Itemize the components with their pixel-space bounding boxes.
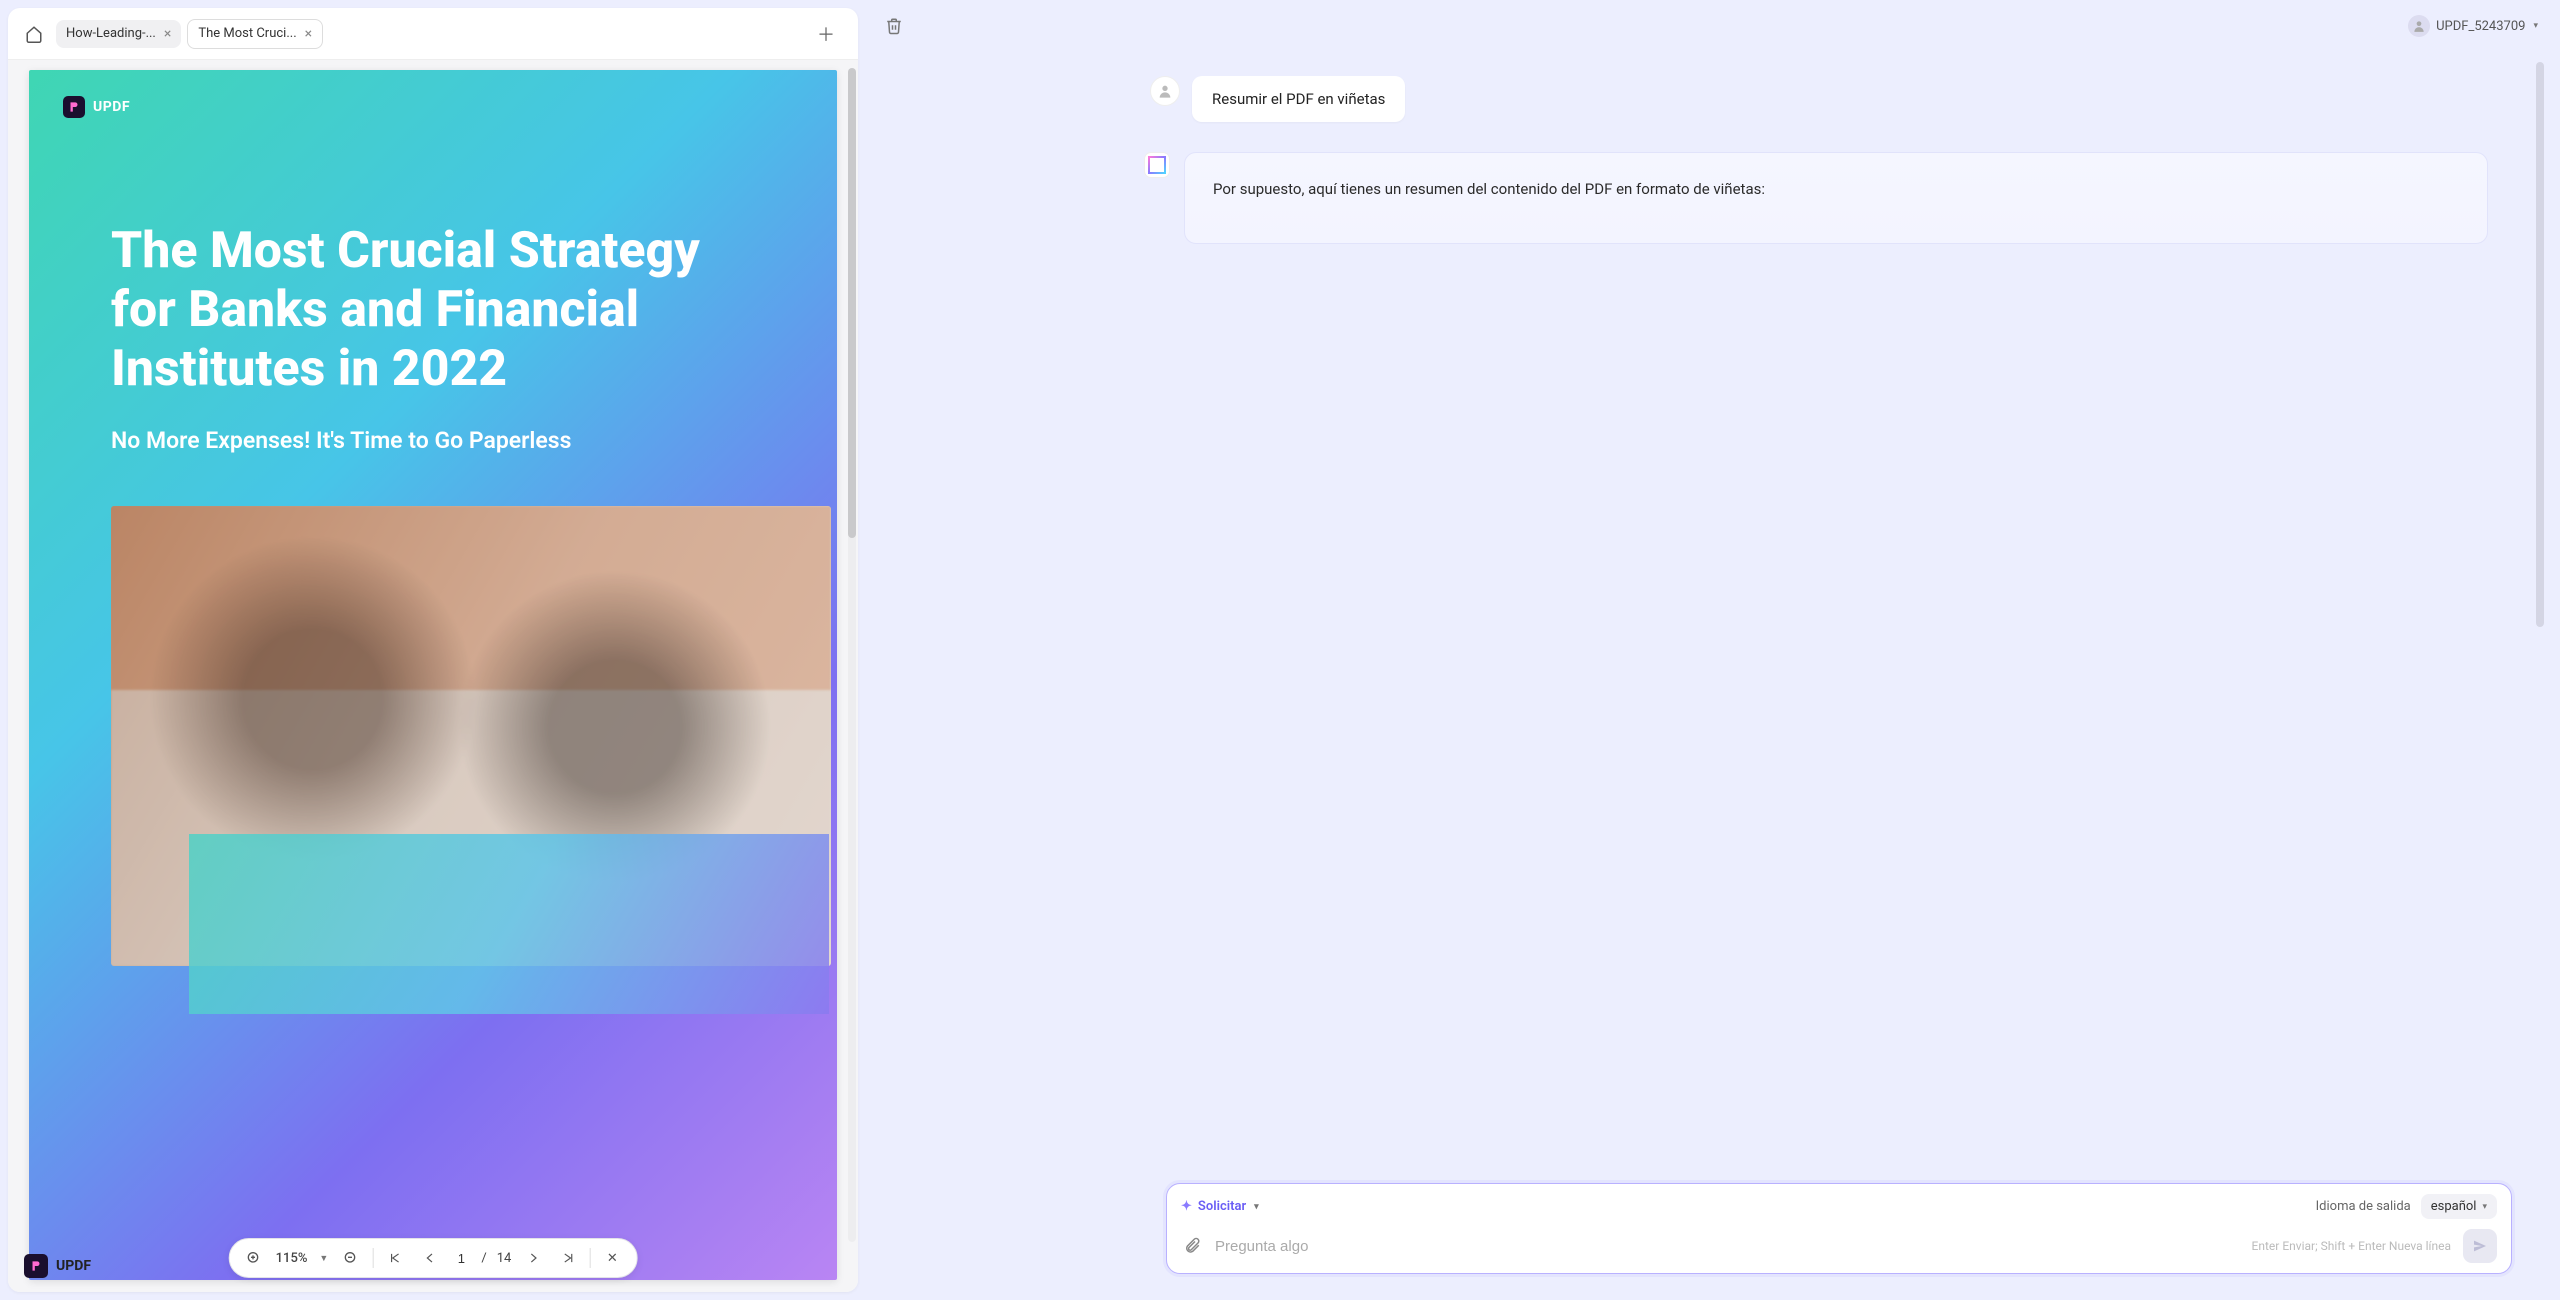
user-message: Resumir el PDF en viñetas (1192, 76, 1405, 122)
scrollbar-thumb[interactable] (848, 68, 856, 538)
delete-button[interactable] (880, 12, 908, 40)
user-name: UPDF_5243709 (2436, 19, 2525, 34)
composer: ✦ Solicitar ▾ Idioma de salida español ▾… (1166, 1183, 2512, 1274)
zoom-out-button[interactable] (338, 1246, 362, 1270)
composer-input-row: Enter Enviar; Shift + Enter Nueva línea (1181, 1229, 2497, 1263)
add-tab-button[interactable]: ＋ (812, 20, 840, 48)
user-menu[interactable]: UPDF_5243709 ▾ (2408, 15, 2538, 37)
scrollbar[interactable] (2536, 52, 2544, 1182)
page-total: 14 (497, 1251, 512, 1266)
mode-label: Solicitar (1198, 1199, 1246, 1214)
tab-how-leading[interactable]: How-Leading-... × (56, 20, 181, 48)
page-sep: / (481, 1251, 486, 1266)
chevron-down-icon: ▾ (2482, 1202, 2487, 1212)
next-page-button[interactable] (521, 1246, 545, 1270)
right-pane: UPDF_5243709 ▾ Resumir el PDF en viñetas… (866, 4, 2552, 1292)
tab-label: The Most Cruci... (198, 26, 296, 41)
mode-selector[interactable]: ✦ Solicitar ▾ (1181, 1199, 1259, 1214)
language-value: español (2431, 1199, 2477, 1214)
chat-input[interactable] (1215, 1238, 2240, 1255)
caret-down-icon[interactable]: ▼ (319, 1253, 328, 1264)
send-button[interactable] (2463, 1229, 2497, 1263)
ai-avatar-icon (1144, 152, 1170, 178)
brand-chip: UPDF (63, 96, 130, 118)
page-title: The Most Crucial Strategy for Banks and … (111, 222, 755, 399)
page-current-input[interactable] (451, 1251, 471, 1266)
tab-the-most-crucial[interactable]: The Most Cruci... × (187, 19, 323, 49)
tab-label: How-Leading-... (66, 26, 156, 41)
close-icon[interactable]: × (305, 26, 312, 42)
chat-area[interactable]: Resumir el PDF en viñetas Por supuesto, … (866, 48, 2552, 1169)
close-icon[interactable]: × (164, 26, 171, 42)
home-button[interactable] (18, 18, 50, 50)
user-message-row: Resumir el PDF en viñetas (1150, 76, 2528, 122)
brand-logo-icon (24, 1254, 48, 1278)
brand-text: UPDF (56, 1258, 91, 1274)
brand-footer: UPDF (24, 1254, 91, 1278)
prev-page-button[interactable] (417, 1246, 441, 1270)
user-avatar-icon (1150, 76, 1180, 106)
ai-intro: Por supuesto, aquí tienes un resumen del… (1213, 177, 2459, 203)
last-page-button[interactable] (555, 1246, 579, 1270)
output-language-label: Idioma de salida (2316, 1199, 2411, 1214)
composer-top-row: ✦ Solicitar ▾ Idioma de salida español ▾ (1181, 1194, 2497, 1219)
accent-block (189, 834, 829, 1014)
tabs-bar: How-Leading-... × The Most Cruci... × ＋ (8, 8, 858, 60)
page-subtitle: No More Expenses! It's Time to Go Paperl… (111, 427, 755, 454)
scrollbar[interactable] (848, 68, 856, 1242)
close-toolbar-button[interactable]: ✕ (600, 1246, 624, 1270)
pdf-page: UPDF The Most Crucial Strategy for Banks… (29, 70, 837, 1280)
scrollbar-thumb[interactable] (2536, 62, 2544, 627)
brand-text: UPDF (93, 99, 130, 115)
brand-logo-icon (63, 96, 85, 118)
zoom-in-button[interactable] (242, 1246, 266, 1270)
avatar-icon (2408, 15, 2430, 37)
ai-message-row: Por supuesto, aquí tienes un resumen del… (1144, 152, 2488, 244)
top-strip: UPDF_5243709 ▾ (866, 4, 2552, 48)
left-pane: How-Leading-... × The Most Cruci... × ＋ … (8, 8, 858, 1292)
hero-photo-wrap (111, 506, 755, 966)
attach-button[interactable] (1181, 1235, 1203, 1257)
ai-message: Por supuesto, aquí tienes un resumen del… (1184, 152, 2488, 244)
document-viewport[interactable]: UPDF The Most Crucial Strategy for Banks… (8, 60, 858, 1292)
chevron-down-icon: ▾ (1254, 1202, 1259, 1212)
chevron-down-icon: ▾ (2533, 21, 2538, 31)
first-page-button[interactable] (383, 1246, 407, 1270)
zoom-value[interactable]: 115% (276, 1251, 308, 1266)
input-hint: Enter Enviar; Shift + Enter Nueva línea (2252, 1239, 2451, 1253)
language-selector[interactable]: español ▾ (2421, 1194, 2497, 1219)
sparkle-icon: ✦ (1181, 1199, 1192, 1214)
page-toolbar: 115% ▼ / 14 ✕ (229, 1238, 638, 1278)
